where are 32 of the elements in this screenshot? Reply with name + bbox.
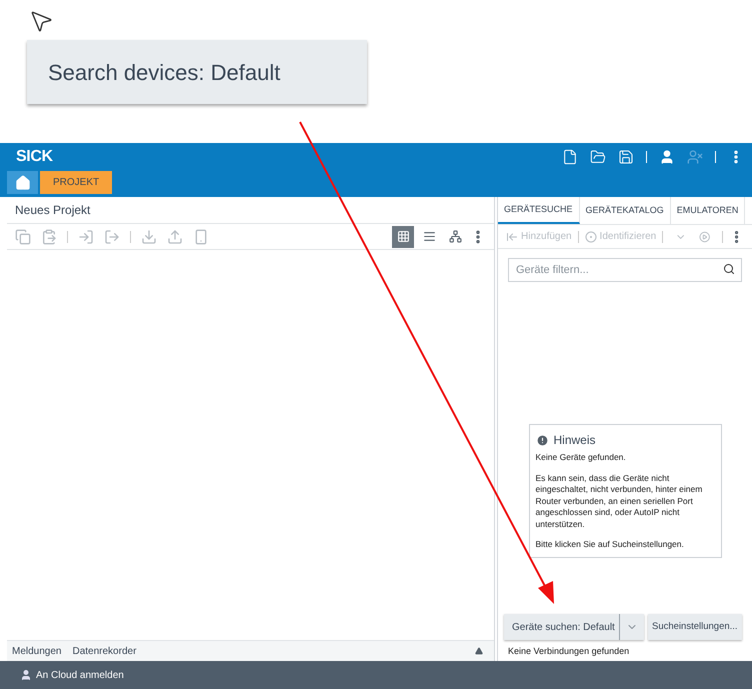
project-title: Neues Projekt (15, 202, 90, 219)
open-folder-icon[interactable] (590, 149, 606, 165)
device-tab[interactable]: GERÄTESUCHE (498, 197, 580, 224)
new-file-icon[interactable] (562, 149, 578, 165)
search-settings-button[interactable]: Sucheinstellungen... (648, 614, 742, 640)
notice-title: Hinweis (554, 432, 596, 450)
notice-text: Keine Geräte gefunden. (536, 452, 627, 464)
home-icon (14, 174, 30, 190)
save-icon[interactable] (618, 149, 634, 165)
notice-text: Es kann sein, dass die Geräte nicht eingeschaltet, nicht verbunden, hinter einem Router verbunden, an einen seriellen Port angeschlossen sind, oder AutoIP nicht unterstützen. (536, 472, 704, 530)
callout-text: Search devices: Default (48, 58, 280, 86)
grid-icon (396, 230, 410, 243)
notice-text: Bitte klicken Sie auf Sucheinstellungen. (536, 539, 685, 551)
tree-icon (448, 230, 462, 243)
device-tab[interactable]: GERÄTEKATALOG (580, 197, 671, 224)
user-icon[interactable] (659, 149, 675, 165)
user-icon[interactable] (20, 669, 32, 681)
bottom-tab[interactable]: Meldungen (12, 644, 62, 658)
alert-icon (536, 434, 548, 447)
bottom-tab[interactable]: Datenrekorder (72, 644, 136, 658)
project-tab[interactable]: PROJEKT (40, 171, 112, 194)
home-button[interactable] (7, 171, 38, 194)
filter-field[interactable]: Geräte filtern... (508, 258, 742, 282)
grid-view-button[interactable] (392, 226, 414, 248)
list-icon (422, 230, 436, 243)
expand-icon[interactable] (475, 647, 483, 655)
search-icon (723, 263, 735, 275)
app-logo: SICK (15, 147, 53, 167)
cloud-login-link[interactable]: An Cloud anmelden (36, 668, 124, 682)
connection-status: Keine Verbindungen gefunden (507, 645, 630, 658)
device-tab[interactable]: EMULATOREN (670, 197, 746, 224)
target-icon (584, 230, 597, 242)
